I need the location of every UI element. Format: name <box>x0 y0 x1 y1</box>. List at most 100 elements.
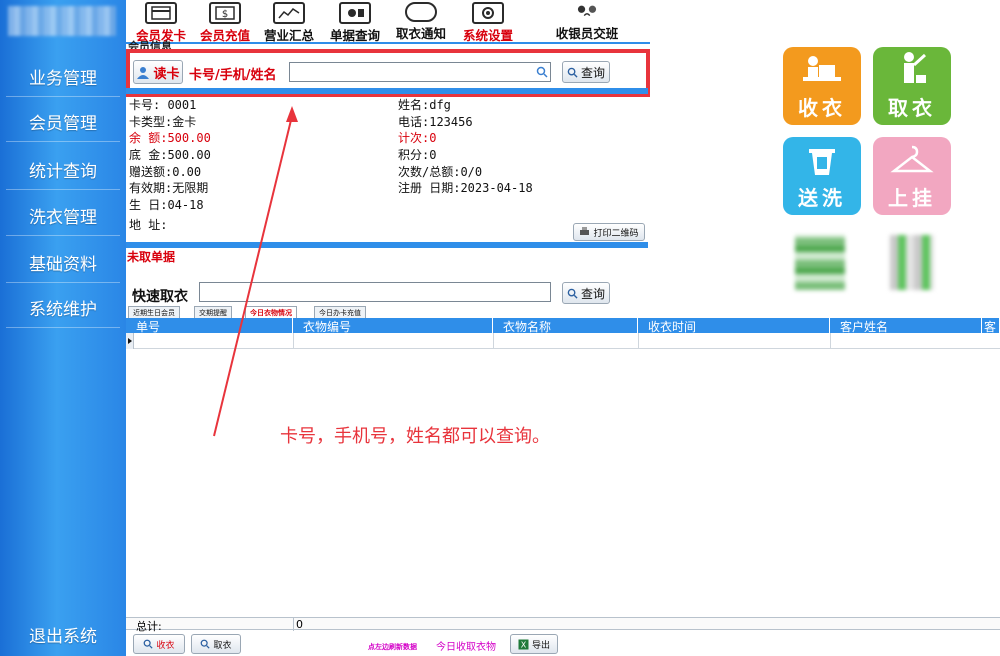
card-number: 卡号: 0001 <box>129 98 197 112</box>
query-button-label: 查询 <box>580 65 605 80</box>
qr-code-image <box>795 235 845 290</box>
receive-clothes-icon <box>803 56 841 81</box>
column-header[interactable]: 客户姓名 <box>830 318 982 333</box>
quick-pickup-query-button[interactable]: 查询 <box>562 282 610 304</box>
query-button[interactable]: 查询 <box>562 61 610 83</box>
exit-label: 退出系统 <box>29 626 97 647</box>
column-header[interactable]: 单号 <box>126 318 293 333</box>
sidebar-item-label: 洗衣管理 <box>29 208 97 228</box>
sidebar-item-member[interactable]: 会员管理 <box>6 102 120 142</box>
chart-icon <box>273 2 305 24</box>
card-icon <box>145 2 177 24</box>
search-input[interactable] <box>289 62 551 82</box>
register-date: 注册 日期:2023-04-18 <box>398 181 533 195</box>
print-qr-label: 打印二维码 <box>593 228 639 239</box>
column-header[interactable]: 收衣时间 <box>638 318 830 333</box>
svg-text:$: $ <box>222 9 228 20</box>
tab-today-clothes[interactable]: 今日衣物情况 <box>245 306 297 318</box>
gift-amount: 赠送额:0.00 <box>129 165 202 179</box>
tile-label: 送洗 <box>798 186 846 210</box>
hang-tile[interactable]: 上挂 <box>873 137 951 215</box>
tab-due-reminder[interactable]: 交期提醒 <box>194 306 232 318</box>
toolbar-pickup-notice-button[interactable]: 取衣通知 <box>392 2 450 42</box>
wash-icon <box>809 149 835 175</box>
receive-button-label: 收衣 <box>156 640 175 651</box>
info-divider <box>126 242 648 248</box>
total-value: 0 <box>296 618 303 631</box>
quick-pickup-input[interactable] <box>199 282 551 302</box>
address: 地 址: <box>129 218 168 232</box>
tab-label: 今日办卡充值 <box>319 309 361 317</box>
today-received-label[interactable]: 今日收取衣物 <box>436 638 496 653</box>
sidebar-item-label: 业务管理 <box>29 69 97 89</box>
sidebar-item-laundry[interactable]: 洗衣管理 <box>6 196 120 236</box>
toolbar-recharge-button[interactable]: $ 会员充值 <box>196 2 254 43</box>
card-type: 卡类型:金卡 <box>129 115 197 129</box>
pickup-clothes-tile[interactable]: 取衣 <box>873 47 951 125</box>
sidebar-item-business[interactable]: 业务管理 <box>6 57 120 97</box>
phone: 电话:123456 <box>398 115 473 129</box>
money-icon: $ <box>209 2 241 24</box>
user-icon <box>137 67 150 79</box>
sidebar-item-label: 基础资料 <box>29 255 97 275</box>
qr-code-image <box>890 235 934 290</box>
tile-label: 取衣 <box>888 96 936 120</box>
row-pointer-icon <box>128 338 132 344</box>
column-header[interactable]: 衣物编号 <box>293 318 493 333</box>
pickup-button[interactable]: 取衣 <box>191 634 241 654</box>
validity: 有效期:无限期 <box>129 181 209 195</box>
query-button-label: 查询 <box>580 286 605 301</box>
times-total: 次数/总额:0/0 <box>398 165 483 179</box>
toolbar-summary-button[interactable]: 营业汇总 <box>260 2 318 43</box>
tab-today-cards[interactable]: 今日办卡充值 <box>314 306 366 318</box>
settings-icon <box>472 2 504 24</box>
sidebar-item-statistics[interactable]: 统计查询 <box>6 150 120 190</box>
search-icon <box>144 639 154 649</box>
export-button-label: 导出 <box>531 640 550 651</box>
annotation-text: 卡号，手机号，姓名都可以查询。 <box>280 426 550 447</box>
toolbar-issue-card-button[interactable]: 会员发卡 <box>132 2 190 43</box>
search-icon <box>567 288 578 299</box>
document-icon <box>339 2 371 24</box>
svg-text:X: X <box>521 640 527 649</box>
export-button[interactable]: X 导出 <box>510 634 558 654</box>
tab-label: 近期生日会员 <box>133 309 175 317</box>
toolbar-divider <box>126 42 650 44</box>
sidebar-item-maintenance[interactable]: 系统维护 <box>6 288 120 328</box>
search-icon <box>201 639 211 649</box>
tile-label: 收衣 <box>798 96 846 120</box>
points: 积分:0 <box>398 148 437 162</box>
sidebar-item-basic-data[interactable]: 基础资料 <box>6 243 120 283</box>
hanger-icon <box>890 145 934 173</box>
balance: 余 额:500.00 <box>129 131 211 145</box>
count: 计次:0 <box>398 131 437 145</box>
print-qr-button[interactable]: 打印二维码 <box>573 223 645 241</box>
receive-clothes-tile[interactable]: 收衣 <box>783 47 861 125</box>
receive-button[interactable]: 收衣 <box>133 634 185 654</box>
column-header[interactable]: 客 <box>982 318 1000 333</box>
birthday: 生 日:04-18 <box>129 198 204 212</box>
toolbar-label: 收银员交班 <box>555 26 619 41</box>
exit-button[interactable]: 退出系统 <box>6 614 120 654</box>
member-name: 姓名:dfg <box>398 98 451 112</box>
search-icon <box>567 67 578 78</box>
read-card-button[interactable]: 读卡 <box>133 60 183 84</box>
pickup-clothes-icon <box>904 52 927 83</box>
handover-icon <box>577 5 597 17</box>
sidebar: 业务管理 会员管理 统计查询 洗衣管理 基础资料 系统维护 退出系统 <box>0 0 126 656</box>
tab-recent-birthdays[interactable]: 近期生日会员 <box>128 306 180 318</box>
toolbar-order-query-button[interactable]: 单据查询 <box>326 2 384 43</box>
clothes-table: 单号 衣物编号 衣物名称 收衣时间 客户姓名 客 <box>126 318 1000 618</box>
excel-icon: X <box>518 639 529 649</box>
column-header[interactable]: 衣物名称 <box>493 318 638 333</box>
sidebar-item-label: 统计查询 <box>29 162 97 182</box>
table-row[interactable] <box>126 333 1000 349</box>
refresh-hint: 点左边刷新数据 <box>368 643 417 651</box>
read-card-label: 读卡 <box>153 66 180 82</box>
base-amount: 底 金:500.00 <box>129 148 211 162</box>
tab-label: 今日衣物情况 <box>250 309 292 317</box>
send-wash-tile[interactable]: 送洗 <box>783 137 861 215</box>
toolbar-settings-button[interactable]: 系统设置 <box>458 2 518 43</box>
toolbar-handover-button[interactable]: 收银员交班 <box>550 2 624 42</box>
total-row: 总计: 0 <box>126 617 1000 633</box>
